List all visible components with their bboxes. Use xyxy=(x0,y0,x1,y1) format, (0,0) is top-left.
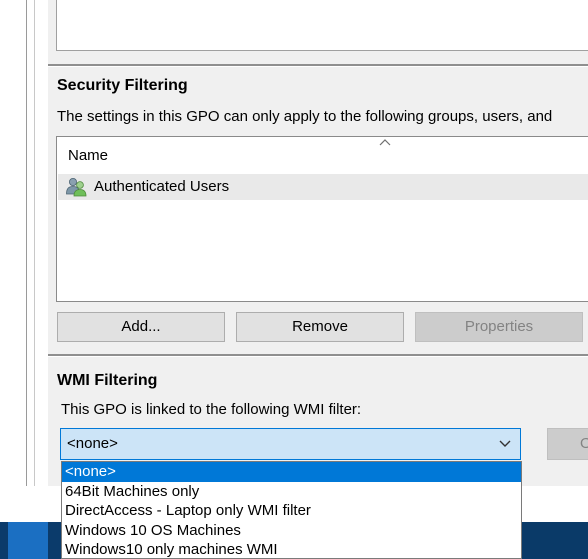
dropdown-option[interactable]: <none> xyxy=(62,462,521,482)
wmi-filtering-description: This GPO is linked to the following WMI … xyxy=(61,401,362,418)
wmi-filter-dropdown-list[interactable]: <none> 64Bit Machines only DirectAccess … xyxy=(61,461,522,559)
taskbar-tray[interactable] xyxy=(522,522,588,559)
remove-button[interactable]: Remove xyxy=(236,312,404,342)
add-button[interactable]: Add... xyxy=(57,312,225,342)
users-icon xyxy=(66,178,87,197)
chevron-down-icon xyxy=(499,440,511,447)
column-header-name[interactable]: Name xyxy=(68,147,108,164)
section-divider xyxy=(48,354,588,357)
dropdown-option[interactable]: DirectAccess - Laptop only WMI filter xyxy=(62,501,521,521)
sort-ascending-icon xyxy=(379,139,391,146)
dropdown-option[interactable]: 64Bit Machines only xyxy=(62,482,521,502)
security-filtering-description: The settings in this GPO can only apply … xyxy=(57,108,553,125)
taskbar-active-app[interactable] xyxy=(8,522,48,559)
list-item-label: Authenticated Users xyxy=(94,178,230,195)
links-list-box[interactable] xyxy=(56,0,588,51)
properties-button[interactable]: Properties xyxy=(415,312,583,342)
pane-splitter[interactable] xyxy=(34,0,35,486)
gpo-scope-panel: Security Filtering The settings in this … xyxy=(48,0,588,486)
wmi-filtering-title: WMI Filtering xyxy=(57,372,158,389)
list-item[interactable]: Authenticated Users xyxy=(58,174,588,200)
left-pane xyxy=(0,0,27,486)
dropdown-option[interactable]: Windows10 only machines WMI xyxy=(62,540,521,558)
open-button[interactable]: O xyxy=(547,428,588,460)
section-divider xyxy=(48,64,588,67)
wmi-filter-select[interactable]: <none> xyxy=(60,428,521,460)
security-filtering-list[interactable]: Name Authenticated Users xyxy=(56,136,588,302)
security-filtering-title: Security Filtering xyxy=(57,77,188,94)
wmi-filter-selected-value: <none> xyxy=(67,435,118,452)
dropdown-option[interactable]: Windows 10 OS Machines xyxy=(62,521,521,541)
